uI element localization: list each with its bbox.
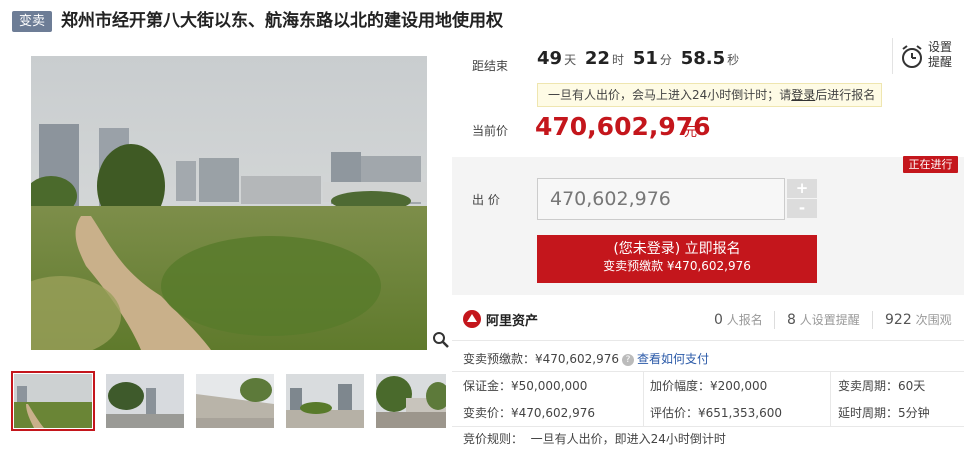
- zoom-icon[interactable]: [432, 331, 450, 349]
- divider: [830, 372, 831, 426]
- hours-unit: 时: [611, 53, 624, 67]
- decrease-bid-button[interactable]: -: [787, 199, 817, 218]
- view-count-label: 次围观: [915, 313, 952, 327]
- increase-bid-button[interactable]: +: [787, 179, 817, 198]
- deposit-amount: 变卖预缴款：¥470,602,976: [463, 352, 619, 366]
- countdown-label: 距结束: [472, 59, 509, 73]
- view-count-number: 922: [885, 312, 912, 328]
- bid-label: 出 价: [472, 193, 500, 207]
- thumbnail-4[interactable]: [286, 374, 364, 428]
- how-to-pay-link[interactable]: 查看如何支付: [637, 352, 709, 366]
- divider: [452, 340, 964, 341]
- reminder-count-label: 人设置提醒: [799, 313, 860, 327]
- days-unit: 天: [564, 53, 577, 67]
- bidding-rule: 竞价规则： 一旦有人出价，即进入24小时倒计时: [463, 432, 726, 446]
- minutes-unit: 分: [659, 53, 672, 67]
- notice-text-after: 后进行报名: [815, 88, 876, 102]
- countdown-minutes: 51: [632, 48, 658, 69]
- divider: [774, 311, 775, 329]
- bid-amount-input[interactable]: 470,602,976: [537, 178, 785, 220]
- status-badge: 正在进行: [903, 156, 958, 173]
- alarm-clock-icon: [902, 45, 922, 68]
- countdown-timer: 49 天 22 时 51 分 58.5 秒: [537, 48, 744, 69]
- sale-period: 变卖周期：60天: [838, 379, 926, 393]
- delay-period: 延时周期：5分钟: [838, 406, 930, 420]
- main-photo[interactable]: [31, 56, 427, 350]
- divider: [872, 311, 873, 329]
- view-count: 922 次围观: [885, 311, 952, 328]
- countdown-days: 49: [537, 48, 563, 69]
- reminder-count-number: 8: [787, 312, 796, 328]
- signup-button[interactable]: (您未登录) 立即报名 变卖预缴款 ¥470,602,976: [537, 235, 817, 283]
- signup-button-deposit: 变卖预缴款 ¥470,602,976: [603, 259, 751, 273]
- appraisal-price: 评估价：¥651,353,600: [650, 406, 782, 420]
- bond-amount: 保证金：¥50,000,000: [463, 379, 588, 393]
- signup-count: 0 人报名: [714, 311, 763, 328]
- sale-price: 变卖价：¥470,602,976: [463, 406, 595, 420]
- sale-type-tag: 变卖: [12, 11, 52, 32]
- seconds-unit: 秒: [727, 53, 740, 67]
- page-title: 郑州市经开第八大街以东、航海东路以北的建设用地使用权: [61, 11, 503, 31]
- divider: [452, 371, 964, 372]
- platform-name: 阿里资产: [486, 314, 539, 329]
- thumbnail-5[interactable]: [376, 374, 446, 428]
- remind-label[interactable]: 设置 提醒: [928, 40, 958, 70]
- current-price-label: 当前价: [472, 124, 509, 138]
- signup-count-label: 人报名: [726, 313, 763, 327]
- reminder-count: 8 人设置提醒: [787, 311, 860, 328]
- ali-logo-icon: [462, 309, 482, 329]
- price-unit: 元: [684, 125, 698, 140]
- question-icon[interactable]: ?: [621, 353, 634, 366]
- divider: [643, 372, 644, 426]
- login-link[interactable]: 登录: [791, 88, 815, 102]
- signup-button-label: (您未登录) 立即报名: [613, 241, 741, 257]
- deposit-line: 变卖预缴款：¥470,602,976? 查看如何支付: [463, 351, 709, 367]
- countdown-hours: 22: [584, 48, 610, 69]
- remind-line2: 提醒: [928, 55, 953, 69]
- signup-count-number: 0: [714, 312, 723, 328]
- thumbnail-1[interactable]: [11, 371, 95, 431]
- notice-text: 一旦有人出价，会马上进入24小时倒计时；请: [548, 88, 792, 102]
- thumbnail-3[interactable]: [196, 374, 274, 428]
- thumbnail-2[interactable]: [106, 374, 184, 428]
- countdown-seconds: 58.5: [680, 48, 726, 69]
- divider: [452, 426, 964, 427]
- bid-increment: 加价幅度：¥200,000: [650, 379, 768, 393]
- countdown-notice: 一旦有人出价，会马上进入24小时倒计时；请登录后进行报名: [537, 83, 882, 107]
- remind-line1: 设置: [928, 40, 953, 54]
